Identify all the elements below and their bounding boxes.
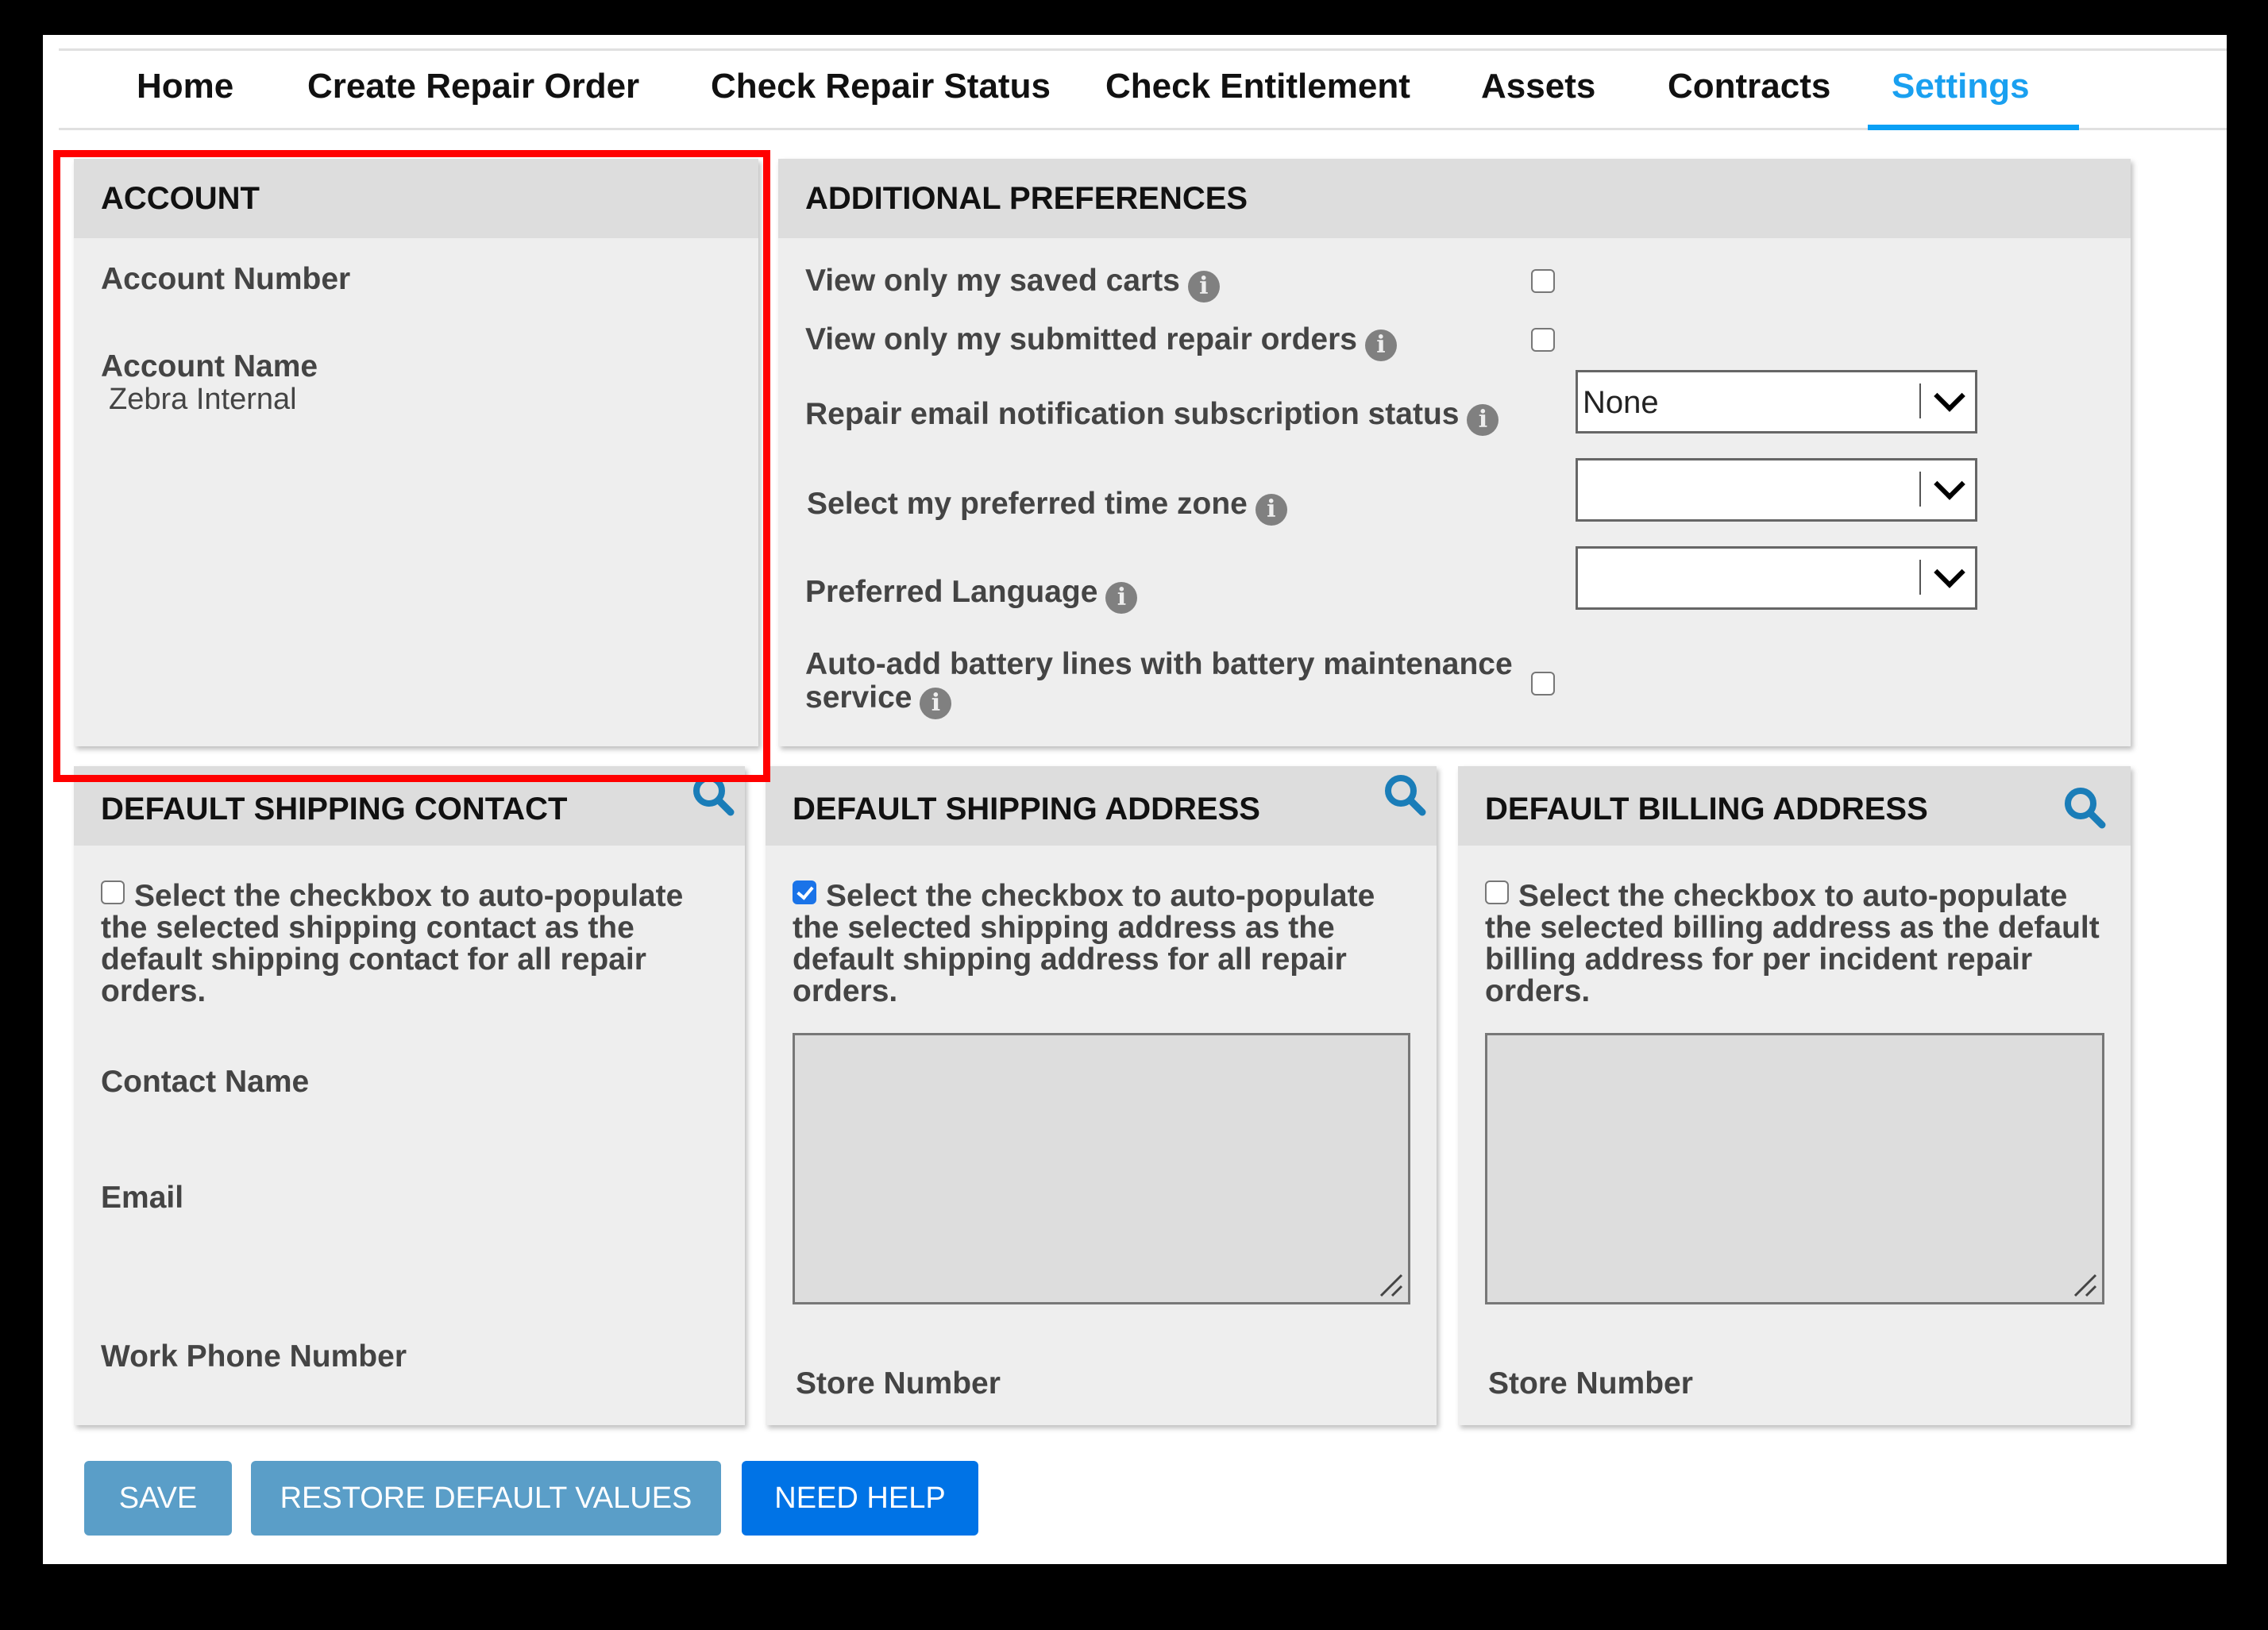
info-icon[interactable]: i (920, 688, 952, 719)
tab-home[interactable]: Home (137, 51, 233, 128)
additional-preferences-panel: ADDITIONAL PREFERENCES View only my save… (778, 159, 2131, 746)
shipping-contact-title: DEFAULT SHIPPING CONTACT (101, 792, 568, 827)
time-zone-select[interactable] (1576, 458, 1977, 522)
shipping-contact-checkbox[interactable] (101, 881, 125, 904)
chevron-down-icon (1934, 557, 1965, 588)
submitted-orders-text: View only my submitted repair orders (805, 322, 1357, 356)
account-name-value: Zebra Internal (109, 383, 297, 416)
shipping-contact-description: Select the checkbox to auto-populate the… (101, 881, 728, 1008)
tab-create-repair-order[interactable]: Create Repair Order (307, 51, 639, 128)
saved-carts-text: View only my saved carts (805, 264, 1180, 298)
account-name-label: Account Name (101, 349, 318, 383)
resize-grip-icon[interactable] (2072, 1272, 2099, 1299)
battery-checkbox[interactable] (1531, 672, 1555, 696)
shipping-address-panel: DEFAULT SHIPPING ADDRESS Select the chec… (766, 766, 1437, 1425)
work-phone-label: Work Phone Number (101, 1339, 407, 1374)
preferences-panel-header: ADDITIONAL PREFERENCES (778, 159, 2131, 238)
billing-address-title: DEFAULT BILLING ADDRESS (1485, 792, 1928, 827)
billing-address-panel: DEFAULT BILLING ADDRESS Select the check… (1458, 766, 2131, 1425)
shipping-contact-panel: DEFAULT SHIPPING CONTACT Select the chec… (74, 766, 745, 1425)
shipping-address-textarea[interactable] (793, 1033, 1410, 1304)
info-icon[interactable]: i (1467, 404, 1499, 436)
email-notification-select[interactable]: None (1576, 370, 1977, 434)
battery-label: Auto-add battery lines with battery main… (805, 648, 1513, 719)
email-label: Email (101, 1181, 184, 1215)
preferences-title: ADDITIONAL PREFERENCES (805, 181, 1248, 216)
save-button[interactable]: SAVE (84, 1461, 232, 1536)
battery-text-line2: service (805, 680, 912, 715)
resize-grip-icon[interactable] (1378, 1272, 1405, 1299)
select-separator (1919, 383, 1921, 418)
need-help-button[interactable]: NEED HELP (742, 1461, 978, 1536)
settings-page: Home Create Repair Order Check Repair St… (43, 35, 2227, 1564)
tab-contracts[interactable]: Contracts (1668, 51, 1830, 128)
account-number-label: Account Number (101, 262, 351, 296)
saved-carts-checkbox[interactable] (1531, 269, 1555, 293)
shipping-address-description-text: Select the checkbox to auto-populate the… (793, 879, 1375, 1008)
saved-carts-label: View only my saved carts i (805, 264, 1220, 302)
billing-store-number-label: Store Number (1488, 1366, 1693, 1401)
shipping-address-title: DEFAULT SHIPPING ADDRESS (793, 792, 1260, 827)
chevron-down-icon (1934, 468, 1965, 500)
billing-address-checkbox[interactable] (1485, 881, 1509, 904)
account-title: ACCOUNT (101, 181, 260, 216)
time-zone-text: Select my preferred time zone (807, 487, 1248, 521)
email-notification-text: Repair email notification subscription s… (805, 397, 1460, 431)
info-icon[interactable]: i (1365, 329, 1397, 361)
shipping-address-header: DEFAULT SHIPPING ADDRESS (766, 766, 1437, 846)
info-icon[interactable]: i (1187, 271, 1220, 302)
top-nav: Home Create Repair Order Check Repair St… (59, 48, 2227, 130)
restore-defaults-button[interactable]: RESTORE DEFAULT VALUES (251, 1461, 721, 1536)
submitted-orders-label: View only my submitted repair orders i (805, 322, 1397, 361)
submitted-orders-checkbox[interactable] (1531, 328, 1555, 352)
tab-check-repair-status[interactable]: Check Repair Status (711, 51, 1051, 128)
search-icon[interactable] (689, 771, 737, 819)
chevron-down-icon (1934, 380, 1965, 412)
billing-address-textarea[interactable] (1485, 1033, 2104, 1304)
contact-name-label: Contact Name (101, 1065, 310, 1099)
time-zone-label: Select my preferred time zone i (807, 487, 1287, 526)
shipping-contact-header: DEFAULT SHIPPING CONTACT (74, 766, 745, 846)
battery-text-line1: Auto-add battery lines with battery main… (805, 647, 1513, 681)
tab-settings[interactable]: Settings (1892, 51, 2030, 128)
account-panel-header: ACCOUNT (74, 159, 758, 238)
info-icon[interactable]: i (1255, 494, 1287, 526)
shipping-address-description: Select the checkbox to auto-populate the… (793, 881, 1420, 1008)
shipping-address-checkbox[interactable] (793, 881, 816, 904)
email-notification-value: None (1583, 385, 1659, 420)
language-label: Preferred Language i (805, 575, 1138, 614)
language-text: Preferred Language (805, 575, 1098, 609)
info-icon[interactable]: i (1105, 582, 1138, 614)
select-separator (1919, 560, 1921, 595)
billing-address-description: Select the checkbox to auto-populate the… (1485, 881, 2112, 1008)
search-icon[interactable] (1381, 771, 1429, 819)
shipping-store-number-label: Store Number (796, 1366, 1001, 1401)
language-select[interactable] (1576, 546, 1977, 610)
account-panel: ACCOUNT Account Number Account Name Zebr… (74, 159, 758, 746)
billing-address-header: DEFAULT BILLING ADDRESS (1458, 766, 2131, 846)
shipping-contact-description-text: Select the checkbox to auto-populate the… (101, 879, 684, 1008)
email-notification-label: Repair email notification subscription s… (805, 397, 1499, 436)
active-tab-indicator (1868, 125, 2079, 130)
select-separator (1919, 472, 1921, 507)
billing-address-description-text: Select the checkbox to auto-populate the… (1485, 879, 2100, 1008)
tab-check-entitlement[interactable]: Check Entitlement (1105, 51, 1410, 128)
search-icon[interactable] (2061, 784, 2108, 831)
tab-assets[interactable]: Assets (1481, 51, 1595, 128)
